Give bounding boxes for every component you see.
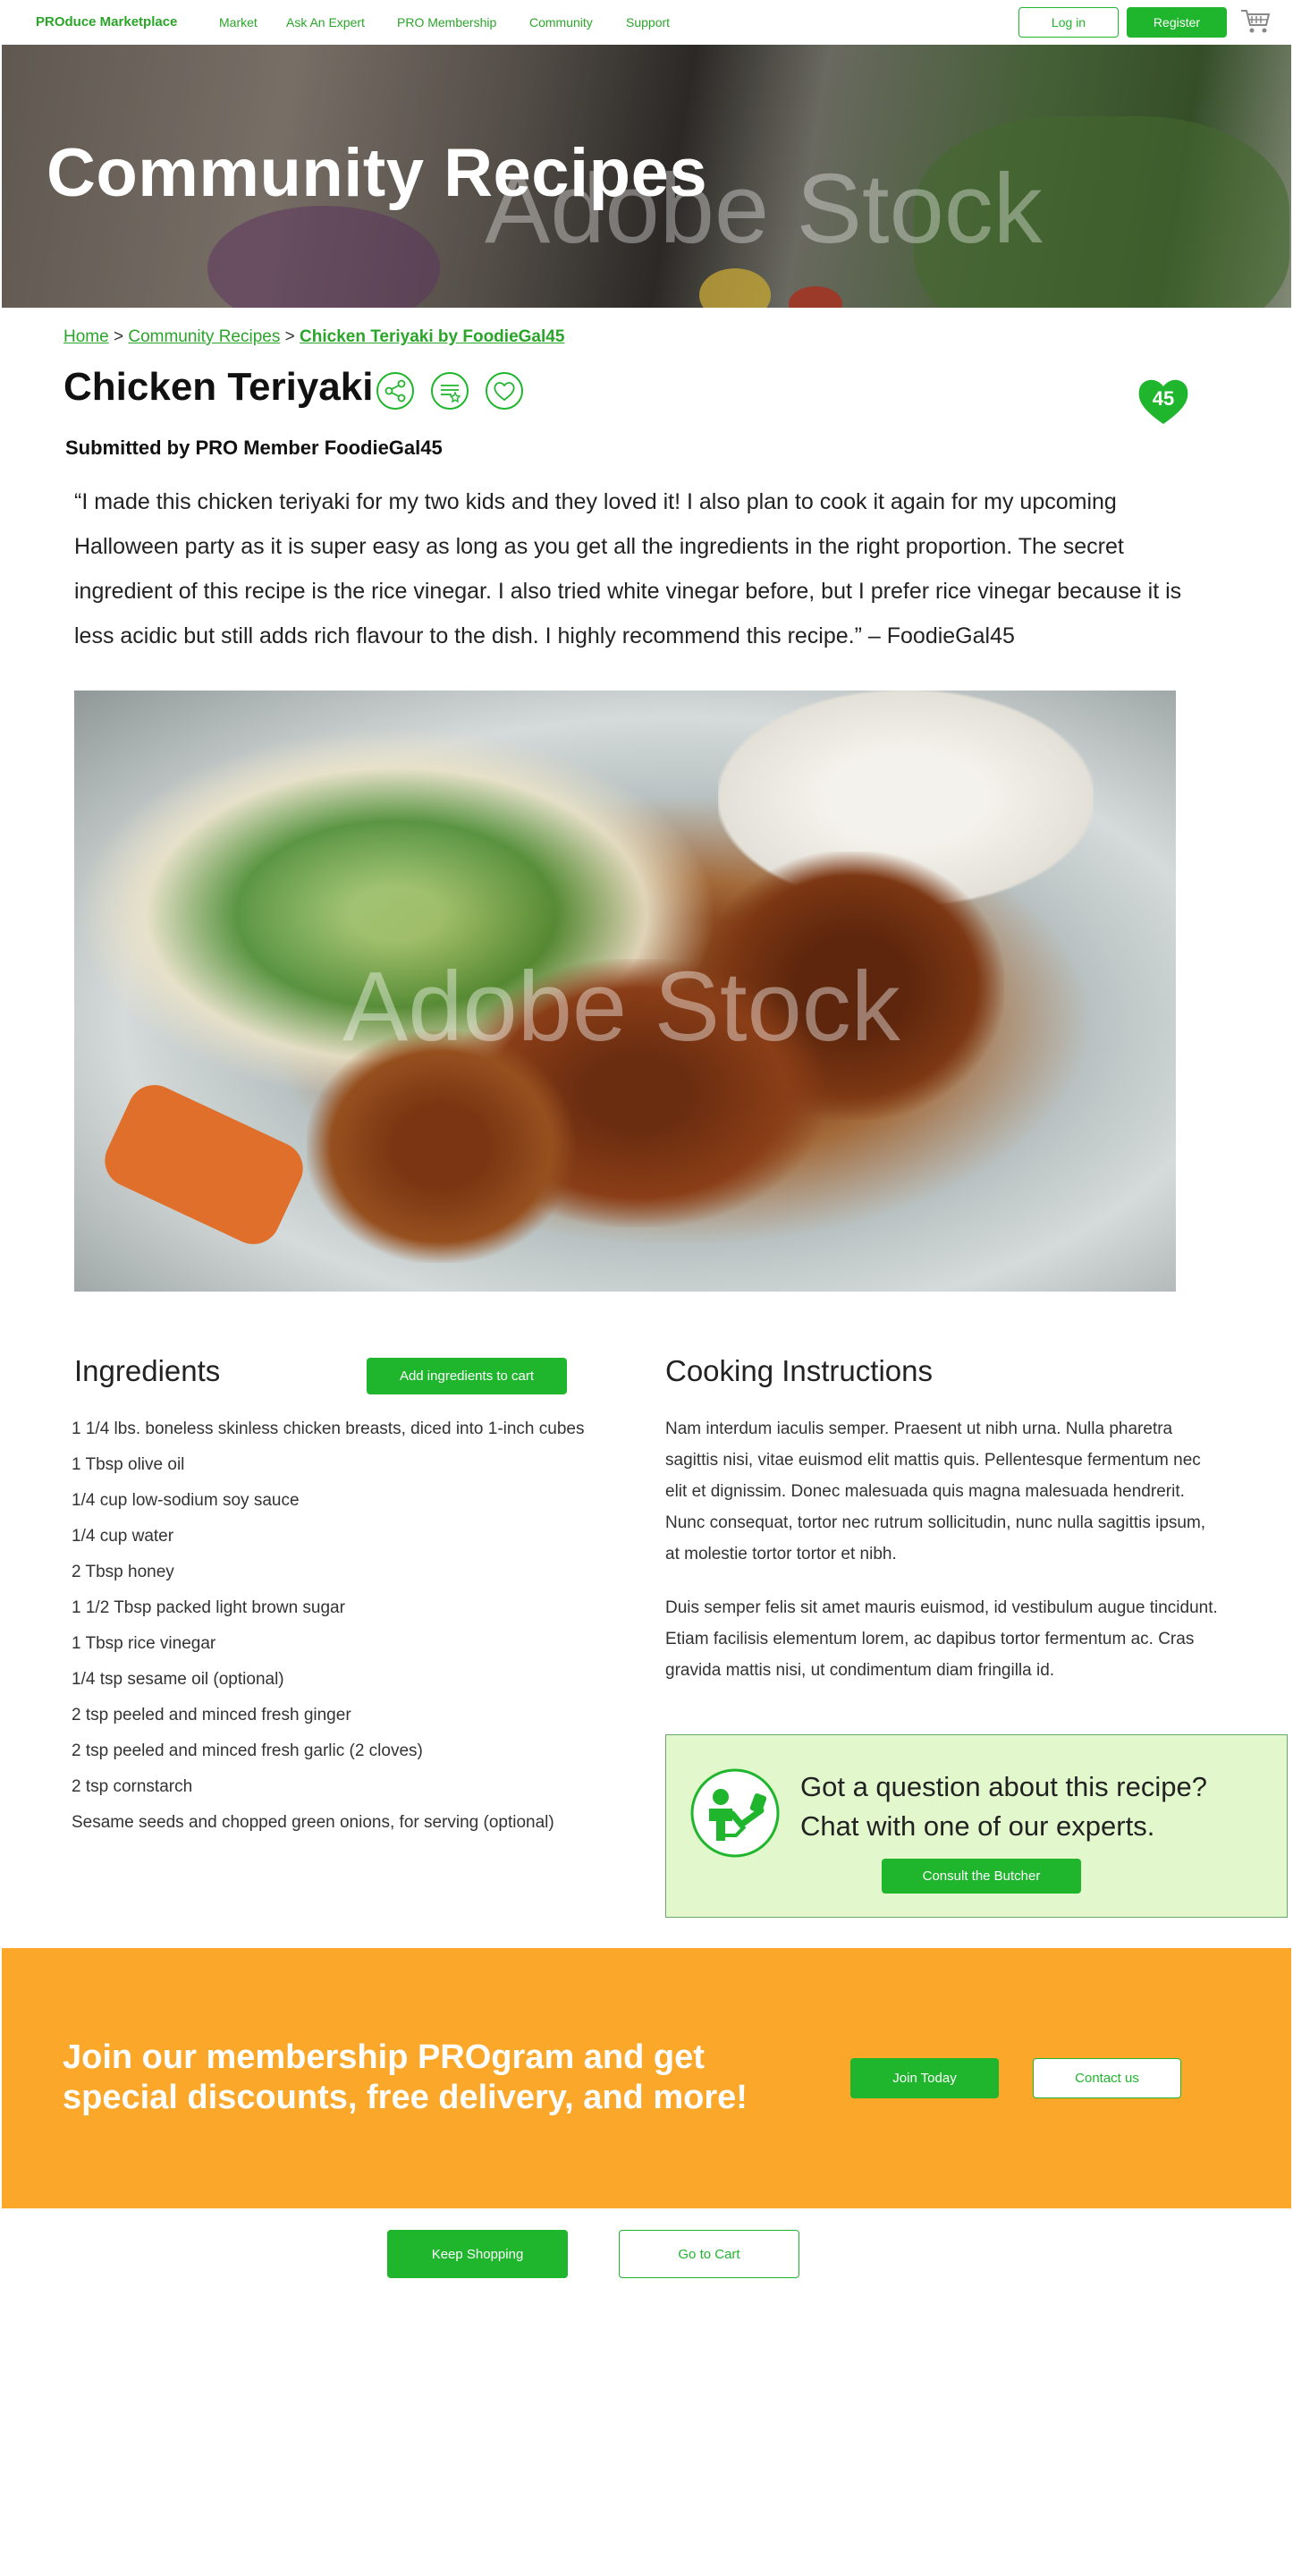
butcher-chat-icon <box>690 1768 780 1858</box>
keep-shopping-button[interactable]: Keep Shopping <box>387 2230 568 2278</box>
ingredient-item: 1 1/4 lbs. boneless skinless chicken bre… <box>72 1419 585 1438</box>
cooking-instructions-heading: Cooking Instructions <box>665 1354 933 1387</box>
like-count: 45 <box>1152 387 1175 410</box>
expert-prompt-line-1: Got a question about this recipe? <box>800 1771 1207 1802</box>
ingredient-item: 1 Tbsp olive oil <box>72 1455 185 1474</box>
add-ingredients-to-cart-button[interactable]: Add ingredients to cart <box>367 1358 567 1394</box>
ingredient-item: 2 tsp peeled and minced fresh garlic (2 … <box>72 1741 423 1760</box>
ingredient-item: 2 tsp cornstarch <box>72 1777 193 1796</box>
ingredients-list: 1 1/4 lbs. boneless skinless chicken bre… <box>72 1411 644 1841</box>
ingredient-item: 1/4 cup low-sodium soy sauce <box>72 1491 300 1510</box>
shopping-list-icon[interactable] <box>431 372 469 410</box>
expert-prompt-line-2: Chat with one of our experts. <box>800 1810 1155 1842</box>
heart-icon[interactable] <box>486 372 523 410</box>
nav-link-market[interactable]: Market <box>219 15 258 30</box>
ingredient-item: 1/4 cup water <box>72 1527 174 1546</box>
expert-prompt: Got a question about this recipe? Chat w… <box>800 1767 1207 1846</box>
page-title: Community Recipes <box>46 135 708 211</box>
top-nav: PROduce Marketplace Market Ask An Expert… <box>0 0 1293 45</box>
recipe-title: Chicken Teriyaki <box>63 365 374 409</box>
breadcrumb-separator: > <box>284 327 295 346</box>
ingredient-item: 1/4 tsp sesame oil (optional) <box>72 1670 284 1689</box>
consult-the-butcher-button[interactable]: Consult the Butcher <box>882 1859 1081 1894</box>
ingredients-heading: Ingredients <box>74 1354 221 1387</box>
breadcrumb-community-recipes[interactable]: Community Recipes <box>128 327 280 346</box>
breadcrumb-separator: > <box>113 327 124 346</box>
nav-link-pro-membership[interactable]: PRO Membership <box>397 15 496 30</box>
ingredient-item: Sesame seeds and chopped green onions, f… <box>72 1813 554 1832</box>
go-to-cart-button[interactable]: Go to Cart <box>619 2230 799 2278</box>
ingredient-item: 2 Tbsp honey <box>72 1563 174 1581</box>
instructions-paragraph: Nam interdum iaculis semper. Praesent ut… <box>665 1419 1206 1563</box>
share-icon[interactable] <box>376 372 414 410</box>
cart-icon[interactable] <box>1239 7 1272 36</box>
breadcrumb-home[interactable]: Home <box>63 327 109 346</box>
brand-logo[interactable]: PROduce Marketplace <box>36 14 177 30</box>
membership-banner: Join our membership PROgram and get spec… <box>2 1948 1291 2208</box>
nav-link-support[interactable]: Support <box>626 15 670 30</box>
register-button[interactable]: Register <box>1127 7 1227 38</box>
image-watermark: Adobe Stock <box>342 952 900 1062</box>
contact-us-button[interactable]: Contact us <box>1033 2058 1181 2098</box>
nav-link-ask-an-expert[interactable]: Ask An Expert <box>286 15 365 30</box>
submitted-by: Submitted by PRO Member FoodieGal45 <box>65 436 443 459</box>
expert-chat-box: Got a question about this recipe? Chat w… <box>665 1734 1288 1918</box>
ingredient-item: 1 Tbsp rice vinegar <box>72 1634 216 1653</box>
login-button[interactable]: Log in <box>1018 7 1119 38</box>
nav-link-community[interactable]: Community <box>529 15 593 30</box>
breadcrumb-current[interactable]: Chicken Teriyaki by FoodieGal45 <box>300 327 564 346</box>
ingredient-item: 2 tsp peeled and minced fresh ginger <box>72 1706 351 1724</box>
recipe-quote: “I made this chicken teriyaki for my two… <box>74 489 1182 648</box>
membership-banner-text: Join our membership PROgram and get spec… <box>63 2038 748 2116</box>
join-today-button[interactable]: Join Today <box>850 2058 999 2098</box>
breadcrumb: Home > Community Recipes > Chicken Teriy… <box>63 327 564 347</box>
hero-banner: Adobe Stock Community Recipes <box>2 45 1291 308</box>
ingredient-item: 1 1/2 Tbsp packed light brown sugar <box>72 1598 345 1617</box>
recipe-image: Adobe Stock <box>74 691 1176 1292</box>
instructions-paragraph: Duis semper felis sit amet mauris euismo… <box>665 1598 1218 1680</box>
